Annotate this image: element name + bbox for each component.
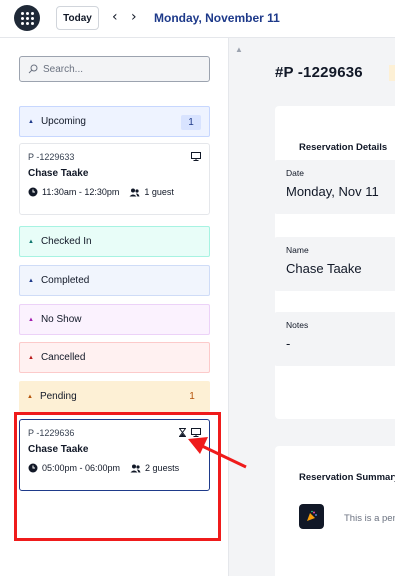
group-pending[interactable]: ▲ Pending 1 (19, 381, 210, 412)
field-value: Chase Taake (286, 261, 362, 276)
scrollbar[interactable] (229, 38, 250, 576)
search-input[interactable] (43, 63, 203, 75)
group-count: 1 (181, 115, 201, 130)
monitor-icon (191, 152, 201, 161)
group-upcoming[interactable]: ▲ Upcoming 1 (19, 106, 210, 137)
clock-icon (28, 463, 38, 473)
apps-menu-button[interactable] (14, 5, 40, 31)
reservation-code: P -1229633 (28, 152, 75, 162)
summary-text: This is a pending reservation (344, 513, 395, 524)
caret-up-icon: ▲ (28, 238, 34, 245)
group-completed[interactable]: ▲ Completed (19, 265, 210, 296)
group-count: 1 (189, 391, 195, 402)
caret-up-icon: ▲ (28, 354, 34, 361)
reservation-detail-panel: #P -1229636 Reservation Details Date Mon… (250, 38, 395, 576)
guest-count: 1 guest (144, 187, 174, 197)
group-cancelled[interactable]: ▲ Cancelled (19, 342, 210, 373)
top-bar: Today ‹ › Monday, November 11 (0, 0, 395, 38)
monitor-icon (191, 428, 201, 437)
status-badge (389, 65, 395, 81)
chevron-right-icon[interactable]: › (131, 9, 137, 25)
reservation-card-pending[interactable]: P -1229636 Chase Taake 05:00pm - 06:00pm (19, 419, 210, 491)
name-field: Name Chase Taake (274, 237, 395, 291)
group-checked-in[interactable]: ▲ Checked In (19, 226, 210, 257)
field-label: Name (286, 245, 309, 255)
field-label: Notes (286, 320, 309, 330)
guests-icon (130, 464, 141, 472)
group-label: Checked In (40, 236, 92, 247)
group-label: Upcoming (40, 116, 86, 127)
group-no-show[interactable]: ▲ No Show (19, 304, 210, 335)
group-label: Cancelled (40, 352, 86, 363)
guest-count: 2 guests (145, 463, 180, 473)
guest-name: Chase Taake (28, 168, 89, 179)
chevron-left-icon[interactable]: ‹ (112, 9, 118, 25)
group-label: Completed (40, 275, 90, 286)
today-button[interactable]: Today (56, 6, 99, 30)
hourglass-icon (179, 428, 186, 437)
reservation-code: P -1229636 (28, 428, 75, 438)
caret-up-icon: ▲ (28, 118, 34, 125)
group-label: No Show (40, 314, 82, 325)
group-label: Pending (39, 391, 77, 402)
caret-up-icon: ▲ (27, 393, 33, 400)
search-box[interactable] (19, 56, 210, 82)
reservation-time: 05:00pm - 06:00pm (42, 463, 121, 473)
guests-icon (129, 188, 140, 196)
notes-field: Notes - (274, 312, 395, 366)
caret-up-icon: ▲ (28, 277, 34, 284)
caret-up-icon: ▲ (28, 316, 34, 323)
field-label: Date (286, 168, 304, 178)
party-popper-icon (299, 504, 324, 529)
guest-name: Chase Taake (28, 444, 89, 455)
reservation-id: #P -1229636 (275, 64, 363, 81)
scroll-up-icon[interactable]: ▲ (235, 45, 243, 54)
section-title: Reservation Summary (299, 472, 395, 483)
grid-icon (20, 11, 34, 25)
current-date: Monday, November 11 (154, 11, 280, 25)
reservation-card-upcoming[interactable]: P -1229633 Chase Taake 11:30am - 12:30pm (19, 143, 210, 215)
reservation-summary-card: Reservation Summary This is a pending re… (275, 446, 395, 576)
reservation-list-panel: ▲ Upcoming 1 P -1229633 Chase Taake 11:3… (0, 38, 229, 576)
date-field: Date Monday, Nov 11 (274, 160, 395, 214)
section-title: Reservation Details (299, 142, 388, 153)
reservation-time: 11:30am - 12:30pm (42, 187, 120, 197)
clock-icon (28, 187, 38, 197)
field-value: Monday, Nov 11 (286, 184, 379, 199)
field-value: - (286, 336, 291, 351)
search-icon (28, 64, 38, 74)
